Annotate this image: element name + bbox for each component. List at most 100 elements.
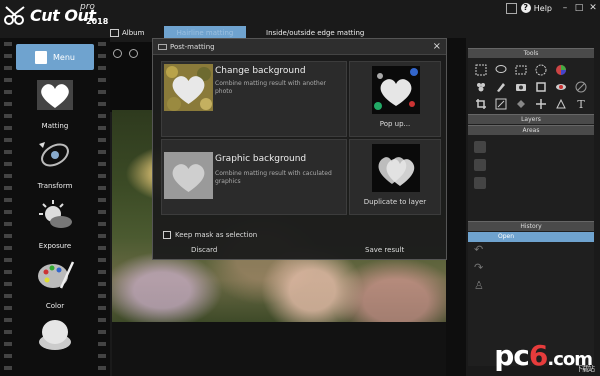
tab-album-label: Album bbox=[122, 29, 145, 37]
menu-button[interactable]: Menu bbox=[16, 44, 94, 70]
sidebar-item-color[interactable]: Color bbox=[20, 258, 90, 316]
change-background-title: Change background bbox=[215, 66, 306, 76]
resize-icon[interactable] bbox=[493, 96, 509, 112]
keep-mask-label: Keep mask as selection bbox=[175, 231, 258, 239]
history-tools: ↶ ↷ ♙ bbox=[468, 242, 594, 302]
camera-icon[interactable] bbox=[513, 79, 529, 95]
scissors-icon bbox=[4, 6, 25, 25]
sidebar-item-label: Color bbox=[45, 302, 65, 310]
left-sidebar: Menu Matting Transform Exposure Color bbox=[0, 38, 110, 376]
history-item[interactable]: Open bbox=[468, 232, 594, 242]
pop-up-thumb bbox=[372, 66, 420, 114]
help-icon: ? bbox=[520, 3, 531, 13]
move-icon[interactable] bbox=[533, 96, 549, 112]
graphic-background-desc: Combine matting result with caculated gr… bbox=[215, 170, 332, 185]
area-duplicate-icon[interactable] bbox=[474, 159, 486, 171]
dialog-title: Post-matting bbox=[170, 42, 215, 51]
checkbox-box[interactable] bbox=[163, 231, 171, 239]
help-label: Help bbox=[533, 3, 552, 13]
change-background-option[interactable]: Change background Combine matting result… bbox=[161, 61, 347, 137]
right-panel: Tools T Layers Areas History Open ↶ ↷ ♙ bbox=[468, 48, 594, 366]
app-year: 2018 bbox=[86, 17, 109, 26]
duplicate-layer-thumb bbox=[372, 144, 420, 192]
change-background-thumb bbox=[164, 64, 213, 111]
sidebar-item-matting[interactable]: Matting bbox=[20, 78, 90, 136]
rect-select-icon[interactable] bbox=[513, 62, 529, 78]
window-controls: ? Help – □ ✕ bbox=[505, 0, 600, 16]
lasso-select-icon[interactable] bbox=[473, 62, 489, 78]
menu-label: Menu bbox=[53, 52, 75, 62]
stamp-icon[interactable] bbox=[473, 79, 489, 95]
dialog-icon bbox=[158, 43, 167, 50]
graphic-background-option[interactable]: Graphic background Combine matting resul… bbox=[161, 139, 347, 215]
history-header[interactable]: History bbox=[468, 221, 594, 231]
app-edition: pro bbox=[80, 2, 95, 12]
menu-icon bbox=[35, 50, 48, 64]
ellipse-select-icon[interactable] bbox=[533, 62, 549, 78]
app-logo: Cut Out pro 2018 bbox=[0, 0, 110, 38]
square-icon[interactable] bbox=[533, 79, 549, 95]
sidebar-item-label: Transform bbox=[37, 182, 73, 190]
album-icon bbox=[110, 29, 119, 37]
palette-icon bbox=[38, 261, 75, 289]
sidebar-item-label: Exposure bbox=[38, 242, 72, 250]
areas-body bbox=[468, 135, 594, 221]
exposure-icon bbox=[39, 200, 72, 228]
zoom-out-icon[interactable] bbox=[129, 49, 139, 58]
compact-icon bbox=[39, 320, 71, 350]
text-tool-icon[interactable]: T bbox=[573, 96, 589, 112]
sidebar-item-exposure[interactable]: Exposure bbox=[20, 198, 90, 256]
area-delete-icon[interactable] bbox=[474, 177, 486, 189]
settings-icon[interactable] bbox=[505, 2, 517, 14]
film-strip-left bbox=[4, 38, 12, 376]
sidebar-item-label: Matting bbox=[41, 122, 69, 130]
graphic-background-title: Graphic background bbox=[215, 154, 307, 164]
fill-icon[interactable] bbox=[513, 96, 529, 112]
sidebar-item-compact[interactable] bbox=[20, 318, 90, 376]
zoom-tools bbox=[112, 44, 152, 68]
empty-slot bbox=[573, 62, 589, 78]
discard-button[interactable]: Discard bbox=[191, 246, 217, 254]
color-wheel-icon[interactable] bbox=[553, 62, 569, 78]
brush-icon[interactable] bbox=[493, 79, 509, 95]
layers-header[interactable]: Layers bbox=[468, 114, 594, 124]
close-button[interactable]: ✕ bbox=[586, 1, 600, 15]
history-clear-icon[interactable]: ♙ bbox=[474, 280, 486, 292]
canvas-bottom bbox=[112, 322, 446, 376]
minimize-button[interactable]: – bbox=[558, 1, 572, 15]
ellipse-lasso-icon[interactable] bbox=[493, 62, 509, 78]
post-matting-dialog: Post-matting × Change background Combine… bbox=[152, 38, 447, 260]
transform-tool-icon[interactable] bbox=[553, 96, 569, 112]
help-button[interactable]: ? Help bbox=[520, 3, 552, 13]
transform-icon bbox=[39, 142, 69, 167]
heart-icon bbox=[37, 80, 73, 110]
duplicate-to-layer-button[interactable]: Duplicate to layer bbox=[349, 139, 441, 215]
red-eye-icon[interactable] bbox=[553, 79, 569, 95]
tools-grid: T bbox=[468, 58, 594, 114]
dialog-titlebar: Post-matting × bbox=[153, 39, 446, 55]
zoom-in-icon[interactable] bbox=[113, 49, 122, 58]
maximize-button[interactable]: □ bbox=[572, 1, 586, 15]
undo-icon[interactable]: ↶ bbox=[474, 244, 486, 256]
dialog-close-button[interactable]: × bbox=[433, 41, 441, 52]
redo-icon[interactable]: ↷ bbox=[474, 262, 486, 274]
duplicate-to-layer-label: Duplicate to layer bbox=[363, 198, 427, 206]
area-add-icon[interactable] bbox=[474, 141, 486, 153]
no-entry-icon[interactable] bbox=[573, 79, 589, 95]
save-result-button[interactable]: Save result bbox=[365, 246, 404, 254]
pop-up-button[interactable]: Pop up... bbox=[349, 61, 441, 137]
tab-hairline-matting-label: Hairline matting bbox=[176, 29, 234, 37]
sidebar-item-transform[interactable]: Transform bbox=[20, 138, 90, 196]
pop-up-label: Pop up... bbox=[379, 120, 411, 128]
keep-mask-checkbox[interactable]: Keep mask as selection bbox=[163, 231, 257, 239]
tab-album[interactable]: Album bbox=[110, 26, 144, 40]
app-window: Cut Out pro 2018 Album Hairline matting … bbox=[0, 0, 600, 376]
areas-header[interactable]: Areas bbox=[468, 125, 594, 135]
pc6-watermark-logo: pc6.com 下载站 bbox=[494, 339, 595, 373]
graphic-background-thumb bbox=[164, 152, 213, 199]
tools-header: Tools bbox=[468, 48, 594, 58]
change-background-desc: Combine matting result with another phot… bbox=[215, 80, 326, 95]
tab-edge-matting-label: Inside/outside edge matting bbox=[266, 29, 365, 37]
film-strip-canvas-right bbox=[446, 38, 466, 376]
crop-icon[interactable] bbox=[473, 96, 489, 112]
